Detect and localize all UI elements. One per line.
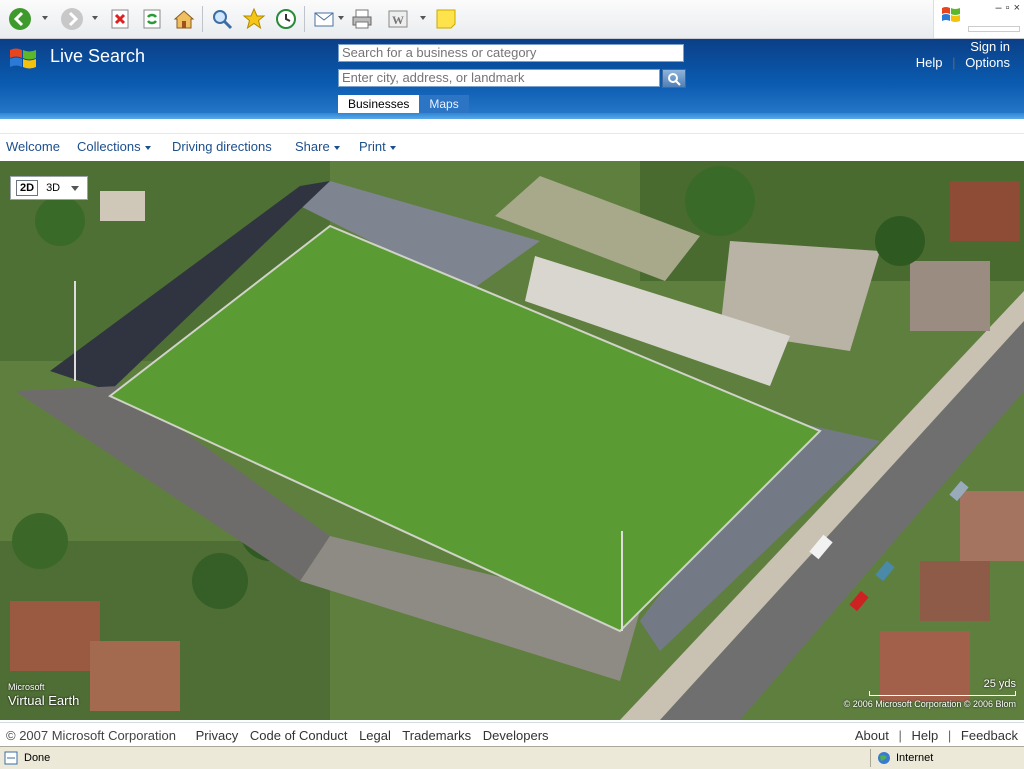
footer-copyright: © 2007 Microsoft Corporation (6, 728, 176, 743)
divider: | (947, 728, 952, 743)
menu-collections[interactable]: Collections (77, 139, 151, 154)
status-text: Done (24, 752, 51, 764)
chevron-down-icon[interactable] (71, 185, 80, 191)
edit-dropdown-icon[interactable] (420, 16, 426, 20)
home-icon[interactable] (170, 5, 198, 33)
logo-microsoft: Microsoft (8, 682, 45, 692)
forward-icon[interactable] (58, 5, 86, 33)
page-icon (4, 751, 18, 765)
view-2d-button[interactable]: 2D (16, 180, 39, 196)
progress-bar (968, 26, 1020, 32)
menu-label: Collections (77, 139, 141, 154)
brand-title[interactable]: Live Search (50, 46, 145, 67)
tab-businesses[interactable]: Businesses (338, 95, 420, 113)
menu-label: Print (359, 139, 386, 154)
sign-in-link[interactable]: Sign in (970, 39, 1010, 54)
page-footer: © 2007 Microsoft Corporation Privacy Cod… (0, 722, 1024, 747)
menu-share[interactable]: Share (295, 139, 340, 154)
footer-link-trademarks[interactable]: Trademarks (402, 728, 471, 743)
window-controls: – ▫ × (933, 0, 1024, 38)
menu-print[interactable]: Print (359, 139, 396, 154)
live-search-header: Live Search Businesses Maps Sign in Help… (0, 39, 1024, 119)
browser-toolbar: W – ▫ × (0, 0, 1024, 39)
forward-dropdown-icon[interactable] (92, 16, 98, 20)
footer-link-feedback[interactable]: Feedback (961, 728, 1018, 743)
scale-label: 25 yds (983, 678, 1016, 690)
scale-bar (869, 691, 1016, 696)
divider: | (952, 55, 956, 70)
footer-link-help[interactable]: Help (912, 728, 939, 743)
back-icon[interactable] (6, 5, 34, 33)
menu-label: Share (295, 139, 330, 154)
edit-icon[interactable]: W (384, 5, 412, 33)
options-link[interactable]: Options (965, 55, 1010, 70)
footer-link-developers[interactable]: Developers (483, 728, 549, 743)
view-mode-control: 2D 3D (10, 176, 88, 200)
scope-tabs: Businesses Maps (338, 95, 469, 113)
security-zone: Internet (896, 752, 934, 764)
menu-welcome[interactable]: Welcome (6, 139, 60, 154)
mail-icon[interactable] (310, 5, 338, 33)
restore-icon[interactable]: ▫ (1006, 2, 1010, 14)
svg-text:W: W (392, 13, 404, 27)
history-icon[interactable] (272, 5, 300, 33)
minimize-icon[interactable]: – (996, 2, 1002, 14)
chevron-down-icon (333, 145, 340, 150)
windows-flag-icon (942, 7, 960, 22)
view-3d-button[interactable]: 3D (43, 181, 63, 195)
logo-virtual-earth: Virtual Earth (8, 693, 80, 708)
close-icon[interactable]: × (1014, 2, 1020, 14)
map-view[interactable]: 2D 3D Microsoft Virtual Earth 25 yds © 2… (0, 161, 1024, 720)
menu-label: Driving directions (172, 139, 272, 154)
mail-dropdown-icon[interactable] (338, 16, 344, 20)
menu-bar: Welcome Collections Driving directions S… (0, 133, 1024, 162)
print-icon[interactable] (348, 5, 376, 33)
status-bar: Done Internet (0, 746, 1024, 769)
menu-label: Welcome (6, 139, 60, 154)
windows-logo-icon (10, 48, 36, 69)
virtual-earth-logo: Microsoft Virtual Earth (8, 682, 79, 710)
tab-maps[interactable]: Maps (419, 95, 469, 113)
favorites-icon[interactable] (240, 5, 268, 33)
aerial-stadium-image[interactable] (0, 161, 1024, 720)
back-dropdown-icon[interactable] (42, 16, 48, 20)
globe-icon (878, 752, 890, 764)
note-icon[interactable] (432, 5, 460, 33)
footer-link-code-of-conduct[interactable]: Code of Conduct (250, 728, 348, 743)
help-link[interactable]: Help (916, 55, 943, 70)
chevron-down-icon (389, 145, 396, 150)
footer-link-privacy[interactable]: Privacy (196, 728, 239, 743)
search-button[interactable] (662, 69, 686, 88)
location-input[interactable] (338, 69, 660, 87)
stop-icon[interactable] (106, 5, 134, 33)
search-input[interactable] (338, 44, 684, 62)
menu-driving-directions[interactable]: Driving directions (172, 139, 272, 154)
footer-link-about[interactable]: About (855, 728, 889, 743)
header-strip (0, 113, 1024, 119)
refresh-icon[interactable] (138, 5, 166, 33)
footer-link-legal[interactable]: Legal (359, 728, 391, 743)
map-copyright: © 2006 Microsoft Corporation © 2006 Blom (843, 699, 1016, 709)
search-icon[interactable] (208, 5, 236, 33)
magnifier-icon (668, 72, 681, 86)
chevron-down-icon (144, 145, 151, 150)
divider: | (898, 728, 902, 743)
